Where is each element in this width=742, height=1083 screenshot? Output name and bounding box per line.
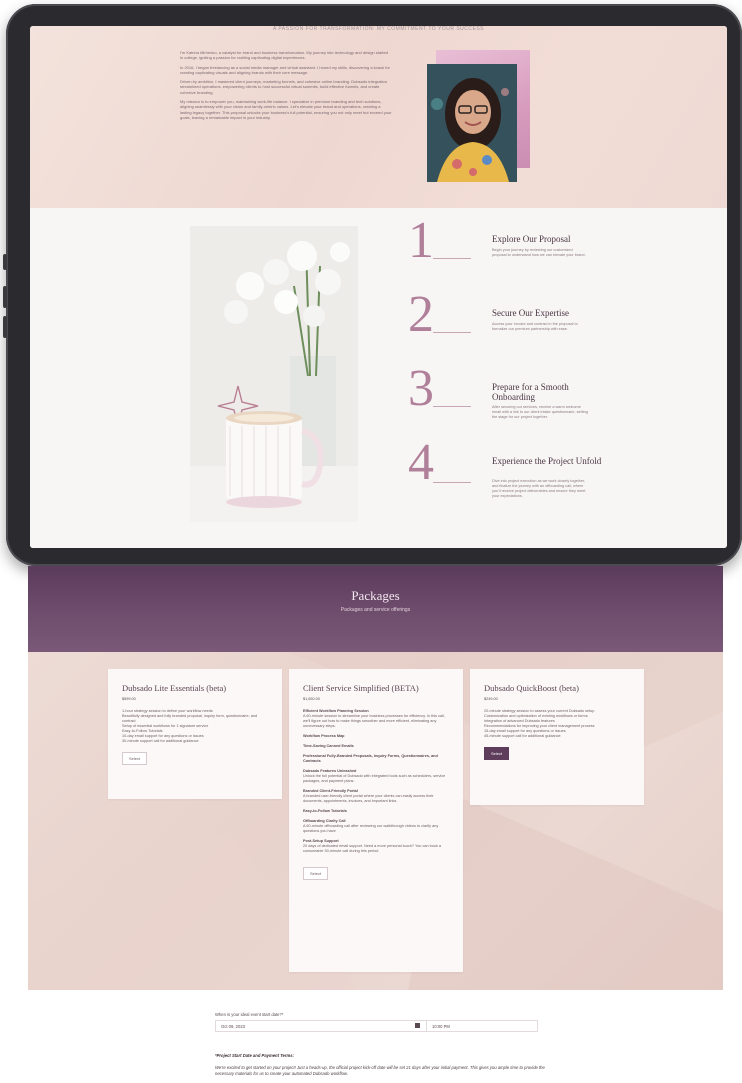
start-date-form: When is your ideal event start date?* Oc… [28,990,723,1083]
package-title: Dubsado QuickBoost (beta) [484,683,579,693]
about-paragraph: My mission is to empower you, maintainin… [180,99,392,120]
package-feature: Easy-to-Follow Tutorials [303,809,449,814]
step-description: Dive into project execution as we work c… [492,479,586,498]
packages-section: Dubsado Lite Essentials (beta) $599.00 1… [28,652,723,990]
package-price: $1,650.00 [303,697,320,701]
tablet-side-button [3,254,7,270]
tablet-volume-down-button [3,316,7,338]
step-description: After securing our services, receive a w… [492,405,588,419]
tablet-volume-up-button [3,286,7,308]
about-paragraph: In 2016, I began freelancing as a social… [180,64,390,75]
about-paragraph: Driven by ambition, I mastered client jo… [180,79,388,95]
feature-description: A 60-minute session to streamline your b… [303,714,445,728]
steps-section: 1 Explore Our Proposal Begin your journe… [30,208,727,548]
package-features: Efficient Workflow Planning Session A 60… [303,709,449,854]
step-title: Explore Our Proposal [492,234,571,244]
about-text: I'm Katrina Mirhenko, a catalyst for bra… [180,50,392,124]
package-feature: Efficient Workflow Planning Session A 60… [303,709,449,729]
packages-header: Packages Packages and service offerings [28,566,723,652]
step-divider [433,406,471,407]
step-number: 2 [408,286,434,343]
feature-title: Professional Fully-Branded Proposals, In… [303,754,438,763]
package-price: $599.00 [122,697,136,701]
package-card: Dubsado Lite Essentials (beta) $599.00 1… [108,669,282,799]
step-divider [433,258,471,259]
packages-subtitle: Packages and service offerings [340,607,411,613]
step-title: Experience the Project Unfold [492,456,602,466]
step-number: 3 [408,360,434,417]
feature-title: Easy-to-Follow Tutorials [303,809,347,813]
step-description: Begin your journey by reviewing our cust… [492,248,586,257]
about-paragraph: I'm Katrina Mirhenko, a catalyst for bra… [180,50,388,61]
package-title: Dubsado Lite Essentials (beta) [122,683,227,693]
package-price: $249.00 [484,697,498,701]
package-features: 1-hour strategy session to define your w… [122,709,268,744]
package-feature: Professional Fully-Branded Proposals, In… [303,754,449,764]
start-date-label: When is your ideal event start date?* [215,1012,284,1017]
step-title: Secure Our Expertise [492,308,569,318]
about-section: A PASSION FOR TRANSFORMATION: MY COMMITM… [30,26,727,208]
step-number: 1 [408,212,434,269]
package-feature: Time-Saving Canned Emails [303,744,449,749]
package-feature-line: 30-minute support call for additional gu… [122,739,199,743]
select-button[interactable]: Select [303,867,329,880]
step-title: Prepare for a Smooth Onboarding [492,382,569,402]
step-number: 4 [408,434,434,491]
about-header: A PASSION FOR TRANSFORMATION: MY COMMITM… [272,26,484,32]
feature-title: Time-Saving Canned Emails [303,744,354,748]
step-divider [433,332,471,333]
package-feature: Dubsado Features Unleashed Unlock the fu… [303,769,449,784]
step-description: Access your invoice and contract in the … [492,322,578,331]
feature-title: Workflow Process Map [303,734,345,738]
portrait-photo [427,64,517,182]
package-feature-line: 45-minute support call for additional gu… [484,734,561,738]
terms-title: *Project Start Date and Payment Terms: [215,1053,294,1058]
select-button[interactable]: Select [484,747,510,760]
package-feature: Workflow Process Map [303,734,449,739]
flowers-mug-photo [190,226,358,522]
calendar-icon[interactable] [415,1023,420,1028]
feature-description: A 60-minute offboarding call after revie… [303,824,439,833]
tablet-device-frame: A PASSION FOR TRANSFORMATION: MY COMMITM… [3,4,742,566]
package-feature: Branded Client-Friendly Portal A branded… [303,789,449,804]
package-feature-line: Beautifully designed and fully branded p… [122,714,258,723]
package-features: 20-minute strategy session to assess you… [484,709,630,739]
feature-description: A branded user-friendly client portal wh… [303,794,434,803]
feature-description: Unlock the full potential of Dubsado wit… [303,774,446,783]
package-feature: Offboarding Clarity Call A 60-minute off… [303,819,449,834]
package-card: Client Service Simplified (BETA) $1,650.… [289,669,463,972]
step-divider [433,482,471,483]
start-time-input[interactable]: 10:00 PM [426,1020,538,1032]
terms-text: We're excited to get started on your pro… [215,1065,545,1076]
packages-title: Packages [351,588,400,603]
package-card: Dubsado QuickBoost (beta) $249.00 20-min… [470,669,644,805]
package-feature: Post-Setup Support 20 days of dedicated … [303,839,449,854]
package-title: Client Service Simplified (BETA) [303,683,419,693]
tablet-screen: A PASSION FOR TRANSFORMATION: MY COMMITM… [30,26,727,548]
feature-description: 20 days of dedicated email support. Need… [303,844,442,853]
select-button[interactable]: Select [122,752,148,765]
